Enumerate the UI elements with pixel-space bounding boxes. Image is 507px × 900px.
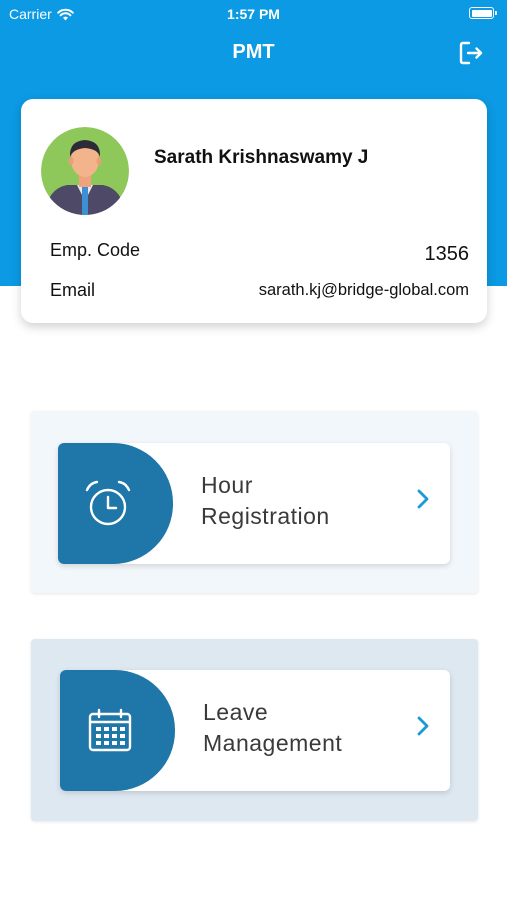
leave-management-icon-badge [60, 670, 175, 791]
logout-icon [459, 41, 483, 65]
menu-label-line: Registration [201, 503, 330, 529]
avatar [41, 127, 129, 215]
menu-label-line: Leave [203, 699, 269, 725]
leave-management-button[interactable]: Leave Management [60, 670, 450, 791]
battery-icon [469, 7, 497, 19]
logout-button[interactable] [455, 38, 487, 68]
menu-label-line: Hour [201, 472, 253, 498]
hour-registration-button[interactable]: Hour Registration [58, 443, 450, 564]
email-label: Email [50, 280, 96, 300]
chevron-right-icon [417, 489, 429, 509]
chevron-right-icon [417, 716, 429, 736]
page-title: PMT [232, 41, 275, 63]
alarm-clock-icon [85, 480, 130, 525]
hour-registration-label: Hour Registration [201, 470, 330, 532]
emp-code-label: Emp. Code [50, 240, 141, 260]
profile-name: Sarath Krishnaswamy J [154, 147, 369, 168]
status-bar: Carrier 1:57 PM [0, 0, 507, 28]
profile-card: Sarath Krishnaswamy J Emp. Code 1356 Ema… [21, 99, 487, 323]
hour-registration-icon-badge [58, 443, 173, 564]
status-time: 1:57 PM [227, 6, 280, 22]
leave-management-panel: Leave Management [31, 639, 478, 821]
emp-code-value: 1356 [424, 243, 470, 265]
hour-registration-panel: Hour Registration [31, 411, 478, 593]
menu-label-line: Management [203, 730, 343, 756]
email-value: sarath.kj@bridge-global.com [258, 281, 469, 299]
calendar-icon [88, 708, 131, 751]
leave-management-label: Leave Management [203, 697, 342, 759]
